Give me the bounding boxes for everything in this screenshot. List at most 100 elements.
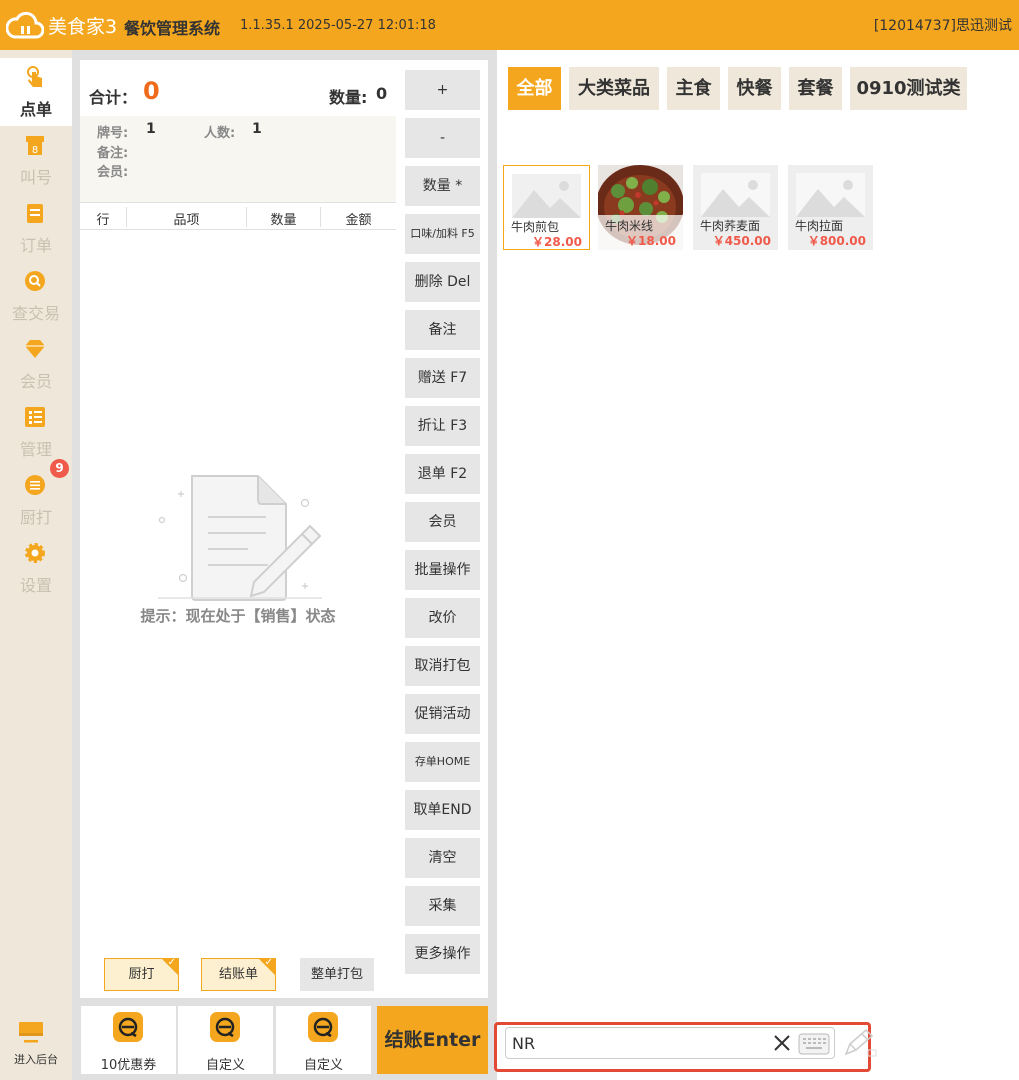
sidebar: 点单 8 叫号 订单 查交易 会员 管理 9 厨打 设置 进入后台 [0,50,72,1080]
note-button[interactable]: 备注 [405,310,480,350]
dish-price: ￥450.00 [712,234,771,248]
sidebar-item-settings[interactable]: 设置 [0,534,72,602]
sidebar-item-manage[interactable]: 管理 [0,398,72,466]
toggle-label: 整单打包 [310,967,363,982]
enter-backend-button[interactable]: 进入后台 [0,1015,72,1075]
sidebar-item-label: 厨打 [19,508,52,527]
dish-price: ￥28.00 [532,235,582,249]
search-input[interactable]: NR [505,1027,835,1059]
dish-price: ￥18.00 [626,234,676,248]
retrieve-order-button[interactable]: 取单END [405,790,480,830]
category-tab-all[interactable]: 全部 [508,67,561,110]
column-header: 品项 [173,213,200,228]
sidebar-item-member[interactable]: 会员 [0,330,72,398]
custom-icon [308,1012,338,1042]
kitchen-print-toggle[interactable]: 厨打 ✓ [104,957,179,991]
version-label: 1.1.35.1 2025-05-27 12:01:18 [240,18,436,33]
tap-icon [27,66,42,87]
image-placeholder-icon [701,173,770,217]
handwriting-icon[interactable] [842,1028,878,1058]
dish-card[interactable]: 牛肉米线 ￥18.00 [598,165,683,250]
close-icon[interactable] [772,1033,792,1053]
total-label: 合计： [89,88,138,107]
member-button[interactable]: 会员 [405,502,480,542]
sidebar-item-label: 会员 [19,372,52,391]
refund-button[interactable]: 退单 F2 [405,454,480,494]
cancel-pack-button[interactable]: 取消打包 [405,646,480,686]
notification-badge: 9 [50,459,69,478]
category-tab[interactable]: 套餐 [789,67,842,110]
batch-button[interactable]: 批量操作 [405,550,480,590]
gear-icon [25,543,45,563]
sidebar-item-order[interactable]: 点单 [0,58,72,126]
dish-card[interactable]: 牛肉荞麦面 ￥450.00 [693,165,778,250]
checklist-icon [25,407,45,427]
image-placeholder-icon [512,174,581,218]
sidebar-item-label: 查交易 [11,304,60,323]
member-label: 会员: [97,165,129,180]
dish-card[interactable]: 牛肉拉面 ￥800.00 [788,165,873,250]
status-tip: 提示：现在处于【销售】状态 [140,607,336,625]
promotion-button[interactable]: 促销活动 [405,694,480,734]
category-tab[interactable]: 快餐 [728,67,781,110]
order-info[interactable]: 牌号: 1 人数: 1 备注: 会员: [80,116,396,202]
more-actions-button[interactable]: 更多操作 [405,934,480,974]
total-value: 0 [143,77,160,105]
account-label[interactable]: [12014737]思迅测试 [874,15,1012,35]
toggle-label: 结账单 [218,967,258,982]
category-tab[interactable]: 大类菜品 [569,67,659,110]
column-header: 金额 [345,213,372,228]
empty-document-icon [158,475,322,601]
flavor-button[interactable]: 口味/加料 F5 [405,214,480,254]
quantity-button[interactable]: 数量 * [405,166,480,206]
gift-button[interactable]: 赠送 F7 [405,358,480,398]
category-tab[interactable]: 主食 [667,67,720,110]
checkout-button[interactable]: 结账Enter [377,1006,488,1074]
save-order-button[interactable]: 存单HOME [405,742,480,782]
custom-label: 自定义 [303,1058,343,1073]
checkmark-icon: ✓ [167,957,176,968]
order-table-header: 行 品项 数量 金额 [80,202,396,230]
sidebar-item-transactions[interactable]: 查交易 [0,262,72,330]
decrease-button[interactable]: - [405,118,480,158]
search-text: NR [512,1034,536,1053]
change-price-button[interactable]: 改价 [405,598,480,638]
increase-button[interactable]: + [405,70,480,110]
toggle-label: 厨打 [128,967,155,982]
order-summary: 合计： 0 数量: 0 [80,60,396,116]
dish-card[interactable]: 牛肉煎包 ￥28.00 [503,165,590,250]
cloud-logo-icon [6,11,44,39]
sidebar-item-label: 管理 [19,440,52,459]
kitchen-print-icon [25,475,45,495]
custom-icon [210,1012,240,1042]
coupon-button[interactable]: 10优惠券 [81,1006,176,1074]
system-title: 餐饮管理系统 [124,19,221,38]
custom-button-1[interactable]: 自定义 [178,1006,273,1074]
clear-button[interactable]: 清空 [405,838,480,878]
diamond-icon [25,340,45,358]
sidebar-item-queue[interactable]: 8 叫号 [0,126,72,194]
people-value: 1 [252,121,262,137]
checkmark-icon: ✓ [264,957,273,968]
column-header: 数量 [270,213,297,228]
dish-price: ￥800.00 [807,234,866,248]
plate-value: 1 [146,121,156,137]
sidebar-item-label: 叫号 [19,168,52,187]
image-placeholder-icon [796,173,865,217]
sidebar-item-kitchen-print[interactable]: 9 厨打 [0,459,72,534]
quantity-label: 数量: [329,88,368,107]
people-label: 人数: [204,126,236,141]
search-transaction-icon [25,271,45,291]
discount-button[interactable]: 折让 F3 [405,406,480,446]
keyboard-icon[interactable] [798,1033,830,1055]
custom-button-2[interactable]: 自定义 [276,1006,371,1074]
sidebar-item-orders[interactable]: 订单 [0,194,72,262]
column-header: 行 [96,213,110,228]
sidebar-item-label: 订单 [19,236,52,255]
category-tab[interactable]: 0910测试类 [850,67,967,110]
pack-all-toggle[interactable]: 整单打包 [300,958,374,991]
delete-button[interactable]: 删除 Del [405,262,480,302]
order-icon [27,204,43,223]
collect-button[interactable]: 采集 [405,886,480,926]
receipt-toggle[interactable]: 结账单 ✓ [201,957,276,991]
